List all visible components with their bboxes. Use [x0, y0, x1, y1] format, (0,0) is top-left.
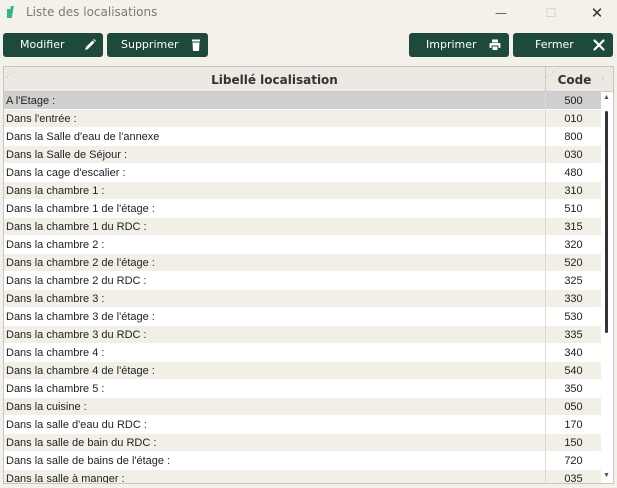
- fermer-button[interactable]: Fermer: [513, 33, 613, 57]
- cell-code: 510: [545, 200, 601, 218]
- cell-code: 350: [545, 380, 601, 398]
- trash-icon: [192, 39, 200, 51]
- imprimer-label: Imprimer: [426, 38, 477, 51]
- cell-code: 340: [545, 344, 601, 362]
- window-close-button[interactable]: ✕: [574, 0, 617, 26]
- column-header-code[interactable]: Code: [545, 67, 603, 92]
- cell-libelle: Dans la Salle d'eau de l'annexe: [6, 131, 160, 143]
- table-header: ⋰ Libellé localisation ⋰ Code ›: [4, 67, 613, 92]
- table-row[interactable]: Dans la salle d'eau du RDC : 170: [4, 416, 601, 434]
- scroll-up-icon[interactable]: ▲: [603, 94, 610, 101]
- cell-libelle: Dans la salle d'eau du RDC :: [6, 419, 147, 431]
- window-title: Liste des localisations: [26, 5, 158, 19]
- cell-code: 150: [545, 434, 601, 452]
- localisations-table[interactable]: ⋰ Libellé localisation ⋰ Code › A l'Etag…: [3, 66, 614, 484]
- vertical-scrollbar[interactable]: ▲ ▼: [601, 92, 613, 483]
- cell-code: 520: [545, 254, 601, 272]
- supprimer-label: Supprimer: [121, 38, 179, 51]
- window-close-icon: ✕: [590, 4, 604, 22]
- cell-code: 315: [545, 218, 601, 236]
- cell-libelle: Dans la chambre 2 :: [6, 239, 105, 251]
- cell-code: 325: [545, 272, 601, 290]
- table-row[interactable]: Dans la chambre 1 du RDC : 315: [4, 218, 601, 236]
- cell-libelle: Dans la chambre 1 du RDC :: [6, 221, 147, 233]
- table-row[interactable]: Dans la chambre 4 de l'étage : 540: [4, 362, 601, 380]
- cell-libelle: Dans la chambre 3 de l'étage :: [6, 311, 155, 323]
- modifier-button[interactable]: Modifier: [3, 33, 103, 57]
- table-row[interactable]: Dans la Salle d'eau de l'annexe 800: [4, 128, 601, 146]
- table-row[interactable]: Dans la chambre 5 : 350: [4, 380, 601, 398]
- scroll-down-icon[interactable]: ▼: [603, 472, 610, 479]
- fermer-label: Fermer: [535, 38, 574, 51]
- table-row[interactable]: Dans la cuisine : 050: [4, 398, 601, 416]
- cell-code: 800: [545, 128, 601, 146]
- table-row[interactable]: Dans la chambre 1 : 310: [4, 182, 601, 200]
- minimize-button[interactable]: —: [478, 0, 524, 26]
- table-row[interactable]: Dans la chambre 3 : 330: [4, 290, 601, 308]
- cell-code: 010: [545, 110, 601, 128]
- table-row[interactable]: Dans la chambre 1 de l'étage : 510: [4, 200, 601, 218]
- cell-code: 170: [545, 416, 601, 434]
- table-row[interactable]: Dans la cage d'escalier : 480: [4, 164, 601, 182]
- chevron-right-icon: ›: [601, 73, 605, 84]
- cell-libelle: Dans la chambre 3 :: [6, 293, 105, 305]
- modifier-label: Modifier: [20, 38, 65, 51]
- cell-libelle: Dans la salle de bain du RDC :: [6, 437, 157, 449]
- minimize-icon: —: [495, 6, 507, 20]
- pencil-icon: [85, 39, 96, 50]
- cell-libelle: Dans la cage d'escalier :: [6, 167, 126, 179]
- table-body: A l'Etage :500 Dans l'entrée :010 Dans la …: [4, 92, 601, 484]
- cell-code: 310: [545, 182, 601, 200]
- cell-libelle: A l'Etage :: [6, 95, 56, 107]
- cell-libelle: Dans la chambre 1 :: [6, 185, 105, 197]
- table-row[interactable]: A l'Etage : 500: [4, 92, 601, 110]
- cell-libelle: Dans la cuisine :: [6, 401, 87, 413]
- cell-libelle: Dans la chambre 3 du RDC :: [6, 329, 147, 341]
- cell-libelle: Dans la chambre 4 :: [6, 347, 105, 359]
- table-row[interactable]: Dans la salle à manger : 035: [4, 470, 601, 484]
- close-icon: [593, 39, 605, 51]
- table-row[interactable]: Dans la chambre 2 de l'étage : 520: [4, 254, 601, 272]
- table-row[interactable]: Dans la chambre 2 : 320: [4, 236, 601, 254]
- maximize-icon: ☐: [545, 6, 557, 20]
- maximize-button[interactable]: ☐: [528, 0, 574, 26]
- table-row[interactable]: Dans la chambre 4 : 340: [4, 344, 601, 362]
- printer-icon: [489, 39, 501, 51]
- cell-libelle: Dans la chambre 2 de l'étage :: [6, 257, 155, 269]
- cell-code: 720: [545, 452, 601, 470]
- table-row[interactable]: Dans la chambre 3 de l'étage : 530: [4, 308, 601, 326]
- cell-libelle: Dans l'entrée :: [6, 113, 77, 125]
- cell-code: 050: [545, 398, 601, 416]
- cell-code: 320: [545, 236, 601, 254]
- cell-libelle: Dans la chambre 1 de l'étage :: [6, 203, 155, 215]
- table-row[interactable]: Dans la salle de bains de l'étage : 720: [4, 452, 601, 470]
- cell-code: 330: [545, 290, 601, 308]
- scrollbar-thumb[interactable]: [605, 111, 608, 333]
- app-logo-icon: [7, 6, 14, 18]
- cell-code: 335: [545, 326, 601, 344]
- table-row[interactable]: Dans la chambre 2 du RDC : 325: [4, 272, 601, 290]
- table-row[interactable]: Dans l'entrée : 010: [4, 110, 601, 128]
- cell-libelle: Dans la chambre 2 du RDC :: [6, 275, 147, 287]
- column-header-libelle[interactable]: Libellé localisation: [4, 67, 545, 92]
- cell-code: 480: [545, 164, 601, 182]
- cell-code: 030: [545, 146, 601, 164]
- table-row[interactable]: Dans la chambre 3 du RDC : 335: [4, 326, 601, 344]
- table-row[interactable]: Dans la Salle de Séjour : 030: [4, 146, 601, 164]
- cell-code: 540: [545, 362, 601, 380]
- imprimer-button[interactable]: Imprimer: [409, 33, 509, 57]
- cell-libelle: Dans la salle à manger :: [6, 473, 125, 484]
- cell-code: 035: [545, 470, 601, 483]
- cell-libelle: Dans la salle de bains de l'étage :: [6, 455, 171, 467]
- supprimer-button[interactable]: Supprimer: [107, 33, 208, 57]
- cell-libelle: Dans la chambre 5 :: [6, 383, 105, 395]
- cell-code: 530: [545, 308, 601, 326]
- table-row[interactable]: Dans la salle de bain du RDC : 150: [4, 434, 601, 452]
- cell-libelle: Dans la chambre 4 de l'étage :: [6, 365, 155, 377]
- cell-libelle: Dans la Salle de Séjour :: [6, 149, 128, 161]
- cell-code: 500: [545, 92, 601, 110]
- title-bar: Liste des localisations — ☐ ✕: [0, 0, 617, 26]
